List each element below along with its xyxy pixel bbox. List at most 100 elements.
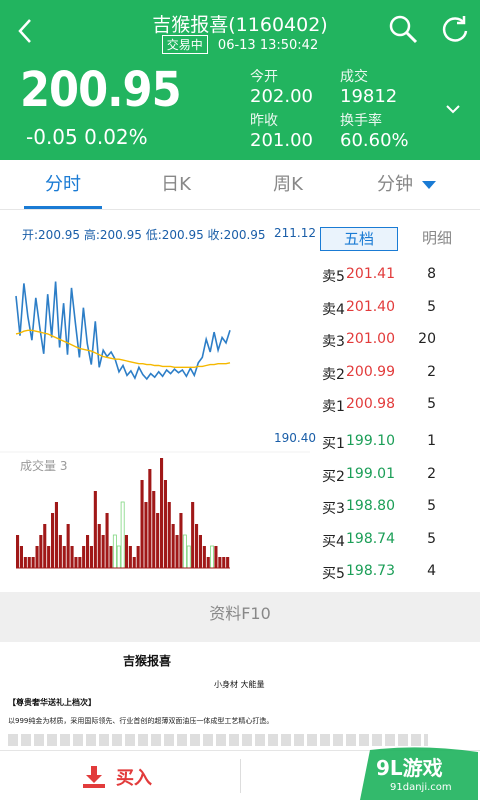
volume-bar [89, 546, 93, 568]
ask-volume: 5 [427, 298, 436, 315]
refresh-icon[interactable] [440, 14, 470, 44]
volume-bar [182, 534, 187, 569]
doc-title: 吉猴报喜 [123, 654, 172, 668]
volume-bar [148, 469, 152, 568]
volume-bar [101, 535, 105, 568]
bid-row[interactable]: 买2 199.01 2 [322, 466, 472, 488]
bid-volume: 2 [427, 465, 436, 482]
volume-bar [124, 535, 128, 568]
watermark-url: 91danji.com [390, 782, 452, 793]
watermark-logo: 9L游戏 [376, 756, 443, 780]
bid-row[interactable]: 买1 199.10 1 [322, 433, 472, 455]
volume-bar [27, 557, 31, 568]
ask-level-label: 卖1 [322, 399, 345, 415]
volume-bar [191, 502, 195, 568]
f10-info-button[interactable]: 资料F10 [0, 592, 480, 642]
volume-bar [132, 557, 136, 568]
stat-label-open: 今开 [250, 69, 278, 85]
bid-level-label: 买2 [322, 468, 345, 485]
buy-label: 买入 [116, 768, 152, 789]
volume-bar [86, 535, 90, 568]
orderbook-tab-details[interactable]: 明细 [402, 227, 472, 251]
tab-intraday[interactable]: 分时 [24, 160, 102, 210]
volume-bar [70, 546, 74, 568]
volume-bar [198, 535, 202, 568]
bid-level-label: 买4 [322, 533, 345, 550]
bottom-divider [240, 759, 241, 793]
volume-bar [152, 491, 156, 568]
tab-minute[interactable]: 分钟 [360, 160, 430, 210]
doc-section-heading: 【尊贵奢华送礼上档次】 [8, 698, 96, 707]
buy-button[interactable]: 买入 [80, 759, 152, 795]
volume-bar [16, 535, 20, 568]
volume-bar [74, 557, 78, 568]
intraday-chart[interactable] [0, 220, 310, 590]
volume-bar [175, 535, 179, 568]
bid-row[interactable]: 买5 198.73 4 [322, 563, 472, 585]
search-icon[interactable] [388, 14, 418, 44]
volume-bar [163, 480, 167, 568]
ask-volume: 20 [418, 331, 436, 347]
stat-value-volume: 19812 [340, 86, 398, 107]
volume-bar [105, 513, 109, 568]
chevron-down-icon[interactable] [444, 100, 462, 118]
dropdown-triangle-icon[interactable] [422, 181, 436, 189]
volume-bar [82, 546, 86, 568]
price-line [15, 281, 231, 381]
volume-bar [47, 546, 51, 568]
ask-level-label: 卖2 [322, 366, 345, 383]
bid-row[interactable]: 买4 198.74 5 [322, 531, 472, 553]
stat-label-volume: 成交 [340, 69, 368, 85]
volume-bar [116, 545, 121, 569]
ask-row[interactable]: 卖4 201.40 5 [322, 299, 472, 321]
ask-row[interactable]: 卖2 200.99 2 [322, 364, 472, 386]
bid-price: 198.80 [346, 498, 395, 514]
volume-bar [54, 502, 58, 568]
volume-bar [109, 546, 113, 568]
stat-value-prev-close: 201.00 [250, 130, 313, 151]
volume-bar [58, 535, 62, 568]
orderbook-tab-five-levels[interactable]: 五档 [320, 227, 398, 251]
bid-price: 199.10 [346, 433, 395, 449]
bid-volume: 5 [427, 498, 436, 514]
volume-bar [120, 501, 125, 569]
ask-price: 201.40 [346, 298, 395, 315]
volume-bar [210, 545, 214, 569]
trading-status-badge: 交易中 [161, 35, 208, 54]
tab-weekly-k[interactable]: 周K [248, 160, 328, 210]
ask-volume: 5 [427, 396, 436, 412]
volume-bar [144, 502, 148, 568]
chart-tabs: 分时 日K 周K 分钟 [0, 160, 480, 210]
volume-bar [140, 480, 144, 568]
ask-price: 201.00 [346, 331, 395, 347]
volume-bar [43, 524, 47, 568]
volume-bar [23, 557, 27, 568]
volume-bar [62, 546, 66, 568]
ask-row[interactable]: 卖3 201.00 20 [322, 331, 472, 353]
stock-header: 吉猴报喜(1160402) 交易中 06-13 13:50:42 200.95 … [0, 0, 480, 160]
volume-bar [19, 546, 23, 568]
volume-bar [156, 513, 160, 568]
volume-bar [218, 557, 222, 568]
volume-bar [195, 524, 199, 568]
ask-row[interactable]: 卖5 201.41 8 [322, 266, 472, 288]
bid-row[interactable]: 买3 198.80 5 [322, 498, 472, 520]
stat-value-turnover: 60.60% [340, 130, 409, 151]
volume-bar [93, 491, 97, 568]
timestamp: 06-13 13:50:42 [217, 38, 319, 53]
volume-bar [214, 546, 218, 568]
volume-bar [35, 546, 39, 568]
volume-bar [202, 546, 206, 568]
tab-daily-k[interactable]: 日K [136, 160, 216, 210]
bid-volume: 1 [427, 433, 436, 449]
volume-bar [226, 557, 230, 568]
active-tab-indicator [24, 206, 102, 209]
volume-bar [186, 545, 191, 569]
current-price: 200.95 [20, 62, 182, 118]
ask-row[interactable]: 卖1 200.98 5 [322, 396, 472, 418]
buy-download-icon [83, 766, 105, 788]
ask-price: 200.98 [346, 396, 395, 412]
ask-level-label: 卖5 [322, 269, 345, 285]
ask-volume: 8 [427, 266, 436, 282]
stat-label-prev-close: 昨收 [250, 113, 278, 129]
